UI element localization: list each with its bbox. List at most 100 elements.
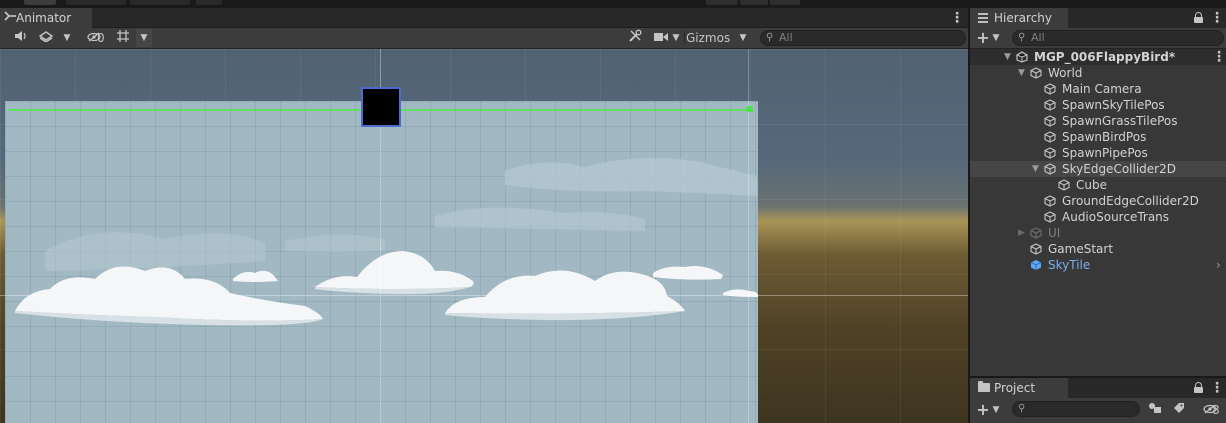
camera-icon[interactable]: [652, 29, 670, 47]
hidden-objects-toggle[interactable]: 0: [80, 29, 108, 47]
add-dropdown-icon[interactable]: ▼: [990, 29, 1002, 47]
hierarchy-item-label: SkyEdgeCollider2D: [1062, 162, 1176, 176]
camera-dropdown-icon[interactable]: ▼: [670, 29, 682, 47]
audio-toggle-icon[interactable]: [10, 29, 32, 47]
step-button-stub[interactable]: [770, 0, 800, 5]
hierarchy-item-ground-edge-collider-2d[interactable]: GroundEdgeCollider2D: [970, 193, 1226, 209]
filter-by-type-icon[interactable]: [1146, 401, 1164, 419]
add-icon[interactable]: +: [976, 401, 990, 419]
fold-open-icon[interactable]: ▼: [1018, 65, 1025, 81]
scene-row[interactable]: ▼ MGP_006FlappyBird* ⋮: [970, 49, 1226, 65]
hierarchy-item-cube[interactable]: Cube: [970, 177, 1226, 193]
lock-icon[interactable]: [1194, 382, 1203, 393]
gizmos-dropdown-icon[interactable]: ▼: [736, 29, 750, 47]
gizmos-button[interactable]: Gizmos: [686, 29, 734, 47]
hierarchy-item-sky-tile[interactable]: SkyTile ›: [970, 257, 1226, 273]
hierarchy-item-game-start[interactable]: GameStart: [970, 241, 1226, 257]
search-icon: ⚲: [1018, 403, 1026, 414]
top-tab-stub[interactable]: [24, 0, 56, 5]
tools-icon[interactable]: [624, 29, 646, 47]
hierarchy-item-spawn-grass-tile-pos[interactable]: SpawnGrassTilePos: [970, 113, 1226, 129]
cube-icon: [1044, 115, 1056, 127]
edge-collider-handle[interactable]: [747, 106, 753, 112]
top-tab-stub[interactable]: [66, 0, 126, 5]
panel-menu-icon[interactable]: ⋮: [1210, 380, 1224, 396]
project-search-input[interactable]: ⚲: [1012, 401, 1140, 417]
animator-icon: [4, 8, 16, 29]
grid-toggle-icon[interactable]: [112, 29, 134, 47]
effects-dropdown-icon[interactable]: ▼: [60, 29, 74, 47]
hierarchy-item-label: AudioSourceTrans: [1062, 210, 1170, 224]
hierarchy-item-label: World: [1048, 66, 1083, 80]
top-toolbar-strip: [0, 0, 1226, 8]
scene-menu-icon[interactable]: ⋮: [1212, 49, 1226, 65]
hierarchy-search-input[interactable]: ⚲ All: [1012, 30, 1224, 46]
lock-icon[interactable]: [1194, 12, 1203, 23]
scene-viewport[interactable]: [0, 49, 968, 423]
hierarchy-item-label: SpawnSkyTilePos: [1062, 98, 1165, 112]
search-placeholder: All: [779, 31, 793, 44]
cube-icon: [1044, 83, 1056, 95]
cube-icon: [1044, 163, 1056, 175]
hierarchy-item-label: GroundEdgeCollider2D: [1062, 194, 1199, 208]
cube-icon: [1030, 227, 1042, 239]
hierarchy-item-main-camera[interactable]: Main Camera: [970, 81, 1226, 97]
tab-label: Project: [994, 381, 1036, 395]
tab-animator[interactable]: Animator: [0, 8, 92, 28]
hierarchy-item-label: SpawnGrassTilePos: [1062, 114, 1178, 128]
hierarchy-tree: ▼ MGP_006FlappyBird* ⋮ ▼ World Main Came…: [970, 49, 1226, 376]
panel-menu-icon[interactable]: ⋮: [1210, 10, 1224, 26]
filter-by-label-icon[interactable]: [1170, 401, 1188, 419]
cube-icon: [1044, 99, 1056, 111]
hierarchy-panel: Hierarchy ⋮ + ▼ ⚲ All ▼ MGP_006FlappyBir…: [970, 8, 1226, 376]
tab-project[interactable]: Project: [970, 378, 1068, 398]
hierarchy-item-label: GameStart: [1048, 242, 1114, 256]
hierarchy-item-label: SkyTile: [1048, 258, 1091, 272]
search-placeholder: All: [1031, 31, 1045, 44]
effects-toggle-icon[interactable]: [34, 29, 58, 47]
hierarchy-item-world[interactable]: ▼ World: [970, 65, 1226, 81]
top-tab-stub[interactable]: [130, 0, 190, 5]
cube-icon: [1044, 211, 1056, 223]
clouds-illustration: [15, 157, 758, 326]
tab-label: Animator: [16, 11, 72, 25]
hierarchy-item-label: UI: [1048, 226, 1061, 240]
hierarchy-item-ui[interactable]: ▶ UI: [970, 225, 1226, 241]
play-button-stub[interactable]: [706, 0, 738, 5]
add-icon[interactable]: +: [976, 29, 990, 47]
folder-icon: [978, 381, 990, 392]
cube-icon: [1030, 243, 1042, 255]
pause-button-stub[interactable]: [740, 0, 768, 5]
prefab-cube-icon: [1030, 259, 1042, 271]
cube-icon: [1030, 67, 1042, 79]
hierarchy-item-spawn-pipe-pos[interactable]: SpawnPipePos: [970, 145, 1226, 161]
scene-name: MGP_006FlappyBird*: [1034, 50, 1176, 64]
animator-tabbar: Animator ⋮: [0, 8, 968, 28]
fold-closed-icon[interactable]: ▶: [1018, 225, 1025, 241]
unity-scene-icon: [1016, 51, 1028, 63]
hierarchy-item-sky-edge-collider-2d[interactable]: ▼ SkyEdgeCollider2D: [970, 161, 1226, 177]
add-dropdown-icon[interactable]: ▼: [990, 401, 1002, 419]
hierarchy-item-spawn-bird-pos[interactable]: SpawnBirdPos: [970, 129, 1226, 145]
hierarchy-item-audio-source-trans[interactable]: AudioSourceTrans: [970, 209, 1226, 225]
grid-dropdown-icon[interactable]: ▼: [136, 29, 152, 47]
hidden-packages-toggle[interactable]: 8: [1196, 401, 1224, 419]
hierarchy-item-label: SpawnPipePos: [1062, 146, 1148, 160]
top-tab-stub[interactable]: [196, 0, 222, 5]
chevron-right-icon[interactable]: ›: [1216, 257, 1221, 273]
hierarchy-item-spawn-sky-tile-pos[interactable]: SpawnSkyTilePos: [970, 97, 1226, 113]
cube-icon: [1044, 147, 1056, 159]
fold-open-icon[interactable]: ▼: [1032, 161, 1039, 177]
hierarchy-toolbar: + ▼ ⚲ All: [970, 28, 1226, 49]
sky-tile-sprite[interactable]: [5, 101, 758, 423]
panel-menu-icon[interactable]: ⋮: [950, 10, 964, 26]
scene-search-input[interactable]: ⚲ All: [760, 30, 966, 46]
animator-panel: Animator ⋮ ▼ 0 ▼ ▼ Gizmos ▼ ⚲ All: [0, 8, 968, 423]
cube-object[interactable]: [361, 87, 401, 127]
cube-icon: [1058, 179, 1070, 191]
tab-hierarchy[interactable]: Hierarchy: [970, 8, 1068, 28]
hierarchy-tabbar: Hierarchy ⋮: [970, 8, 1226, 28]
hierarchy-item-label: Cube: [1076, 178, 1107, 192]
search-icon: ⚲: [766, 32, 774, 43]
search-icon: ⚲: [1018, 32, 1026, 43]
